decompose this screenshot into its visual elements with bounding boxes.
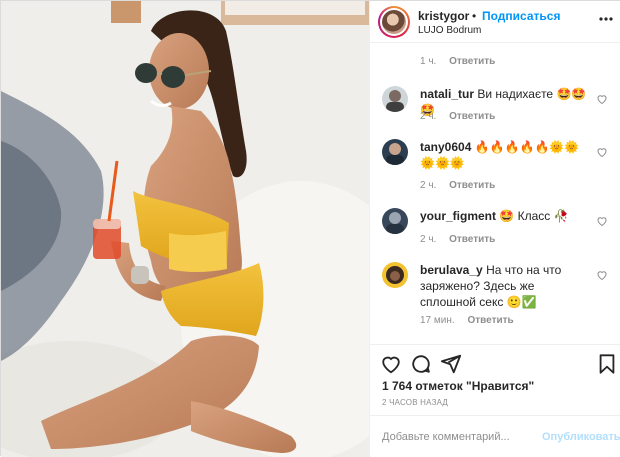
comment-time: 2 ч.	[420, 234, 437, 245]
comment-like-heart-icon[interactable]	[596, 215, 608, 227]
paper-plane-icon[interactable]	[440, 353, 462, 375]
post-modal: kristygor • Подписаться LUJO Bodrum 1 ч.…	[0, 0, 620, 457]
comment-meta: 2 ч. Ответить	[420, 180, 495, 191]
beach-photo-illustration	[1, 1, 369, 457]
post-sidebar: kristygor • Подписаться LUJO Bodrum 1 ч.…	[369, 1, 620, 457]
comment-text: tany0604 🔥🔥🔥🔥🔥🌞🌞🌞🌞🌞	[420, 139, 592, 171]
comment-meta: 17 мин. Ответить	[420, 315, 514, 326]
commenter-username[interactable]: tany0604	[420, 140, 471, 154]
reply-button[interactable]: Ответить	[449, 111, 495, 122]
commenter-avatar[interactable]	[382, 208, 408, 234]
comment-time: 17 мин.	[420, 315, 455, 326]
comment-like-heart-icon[interactable]	[596, 93, 608, 105]
bookmark-icon[interactable]	[596, 353, 618, 375]
reply-button[interactable]: Ответить	[449, 234, 495, 245]
comments-list[interactable]: 1 ч. Ответить natali_tur Ви надихаєте 🤩🤩…	[370, 44, 620, 344]
publish-button[interactable]: Опубликовать	[542, 431, 620, 443]
post-actions: 1 764 отметок "Нравится" 2 ЧАСОВ НАЗАД	[370, 344, 620, 414]
likes-count[interactable]: 1 764 отметок "Нравится"	[382, 379, 534, 393]
comment-input[interactable]	[382, 428, 532, 446]
commenter-username[interactable]: natali_tur	[420, 87, 474, 101]
reply-button[interactable]: Ответить	[467, 315, 513, 326]
header-separator: •	[472, 9, 477, 23]
reply-button[interactable]: Ответить	[449, 56, 495, 67]
post-location[interactable]: LUJO Bodrum	[418, 25, 481, 36]
comment-like-heart-icon[interactable]	[596, 269, 608, 281]
commenter-avatar[interactable]	[382, 262, 408, 288]
commenter-username[interactable]: your_figment	[420, 209, 496, 223]
post-header: kristygor • Подписаться LUJO Bodrum	[370, 1, 620, 43]
commenter-avatar[interactable]	[382, 86, 408, 112]
more-horizontal-icon[interactable]	[598, 11, 614, 27]
author-avatar[interactable]	[378, 6, 410, 38]
comment-meta: 1 ч. Ответить	[420, 56, 495, 67]
comment-meta: 2 ч. Ответить	[420, 111, 495, 122]
comment-text: your_figment 🤩 Класс 🥀	[420, 208, 592, 224]
comment-icon[interactable]	[410, 353, 432, 375]
commenter-username[interactable]: berulava_y	[420, 263, 483, 277]
comment-meta: 2 ч. Ответить	[420, 234, 495, 245]
commenter-avatar[interactable]	[382, 139, 408, 165]
comment-time: 2 ч.	[420, 111, 437, 122]
comment-like-heart-icon[interactable]	[596, 146, 608, 158]
comment-body: 🤩 Класс 🥀	[499, 209, 569, 223]
author-username[interactable]: kristygor	[418, 9, 469, 23]
comment-time: 2 ч.	[420, 180, 437, 191]
comment-time: 1 ч.	[420, 56, 437, 67]
add-comment-bar: Опубликовать	[370, 415, 620, 457]
comment-text: berulava_y На что на что заряжено? Здесь…	[420, 262, 592, 310]
follow-button[interactable]: Подписаться	[482, 9, 560, 23]
post-photo[interactable]	[1, 1, 369, 457]
posted-time[interactable]: 2 ЧАСОВ НАЗАД	[382, 398, 448, 407]
reply-button[interactable]: Ответить	[449, 180, 495, 191]
heart-icon[interactable]	[380, 353, 402, 375]
